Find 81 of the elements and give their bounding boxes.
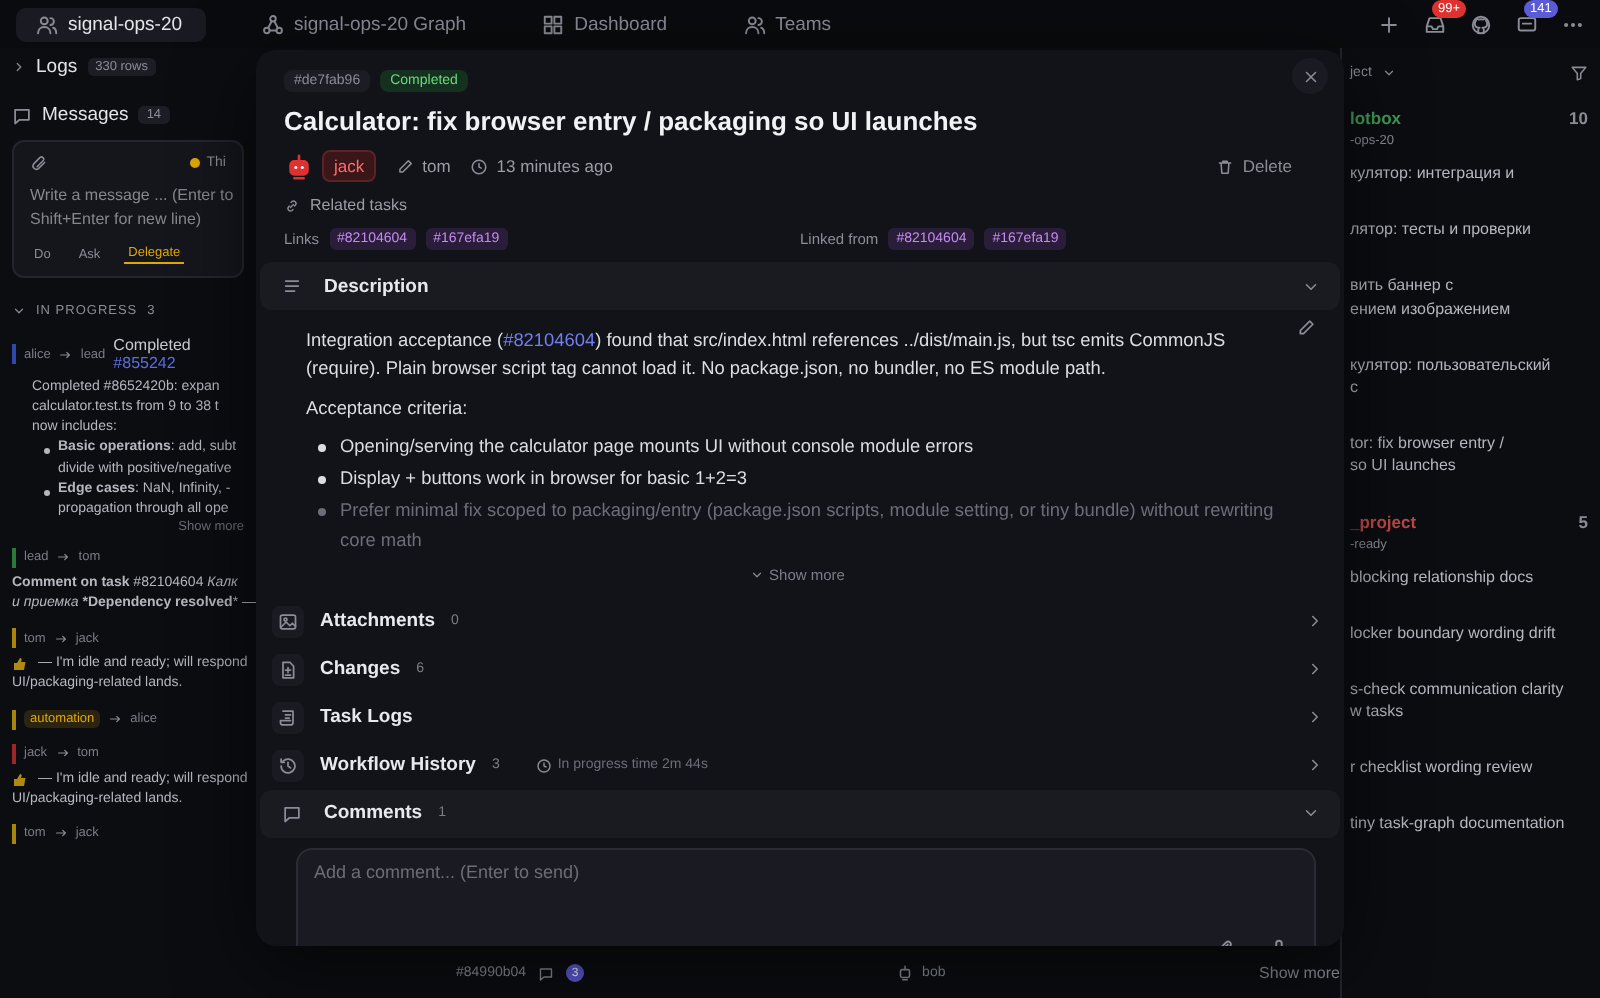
section-header[interactable]: Description	[260, 262, 1340, 310]
link-icon	[284, 197, 300, 213]
timestamp: 13 minutes ago	[496, 156, 613, 176]
nav-tab[interactable]: Dashboard	[522, 7, 688, 41]
group-name: lotbox	[1350, 108, 1401, 128]
task-title[interactable]: locker boundary wording drift	[1350, 621, 1588, 644]
task-title[interactable]: s-check communication clarity	[1350, 677, 1588, 701]
arrow-icon	[55, 746, 70, 761]
scroll-icon	[278, 707, 298, 728]
clock-icon	[470, 157, 489, 175]
chevron-icon	[1306, 756, 1324, 775]
criteria-item: Prefer minimal fix scoped to packaging/entry (package.json scripts, module setting, or tiny bundle) without rewriting core math	[318, 496, 1288, 554]
related-tasks-label: Related tasks	[310, 196, 407, 214]
plus-icon	[1378, 13, 1400, 35]
nav-tab[interactable]: Teams	[723, 7, 852, 41]
criteria-item: Opening/serving the calculator page mounts UI without console module errors	[318, 431, 1288, 460]
grid-icon	[542, 13, 565, 35]
arrow-icon	[56, 550, 71, 565]
paperclip-icon	[30, 154, 48, 172]
group-count: 10	[1569, 108, 1588, 128]
arrow-icon	[108, 712, 123, 727]
filter-icon	[1570, 64, 1588, 82]
logs-title: Logs	[36, 56, 78, 78]
task-title[interactable]: ением изображением	[1350, 297, 1588, 320]
history-icon	[278, 755, 298, 776]
people-icon	[743, 13, 766, 35]
task-title[interactable]: лятор: тесты и проверки	[1350, 218, 1588, 241]
criteria-item: Display + buttons work in browser for basic 1+2=3	[318, 464, 1288, 493]
clock-icon	[535, 757, 552, 774]
image-icon	[278, 611, 298, 632]
chevron-icon	[1306, 708, 1324, 727]
arrow-icon	[53, 631, 68, 646]
criteria-heading: Acceptance criteria:	[306, 395, 470, 422]
assignee-badge[interactable]: jack	[322, 150, 377, 182]
message-title: Completed #855242	[113, 336, 193, 372]
arrow-icon	[53, 826, 68, 841]
inbox-icon	[1424, 13, 1446, 35]
chevron-icon	[12, 304, 26, 318]
task-link[interactable]: #82104604	[503, 330, 596, 350]
messages-title: Messages	[42, 104, 129, 126]
task-title[interactable]: кулятор: интеграция и	[1350, 162, 1588, 185]
chevron-icon	[12, 60, 26, 74]
task-title[interactable]: вить баннер с	[1350, 274, 1588, 298]
comment-icon	[538, 965, 555, 981]
description-text: Integration acceptance (#82104604) found that src/index.html references ../dist/main.js, but tsc emits CommonJS (require). Plain browser script tag cannot load it. No package.json, no bundler, no ES module path.	[306, 328, 1228, 383]
nav-tab[interactable]: signal-ops-20	[16, 7, 206, 41]
task-title[interactable]: so UI launches	[1350, 454, 1588, 477]
close-icon	[1301, 67, 1319, 85]
robot-icon	[896, 964, 915, 982]
status-dot	[190, 158, 201, 168]
author-name: tom	[422, 156, 451, 176]
list-icon	[282, 276, 302, 296]
comment-icon	[282, 803, 302, 824]
chevron-icon	[749, 567, 764, 582]
group-count: 5	[1578, 511, 1588, 531]
task-title[interactable]: w tasks	[1350, 700, 1588, 723]
task-title[interactable]: кулятор: пользовательский	[1350, 353, 1588, 376]
section-header[interactable]: Task Logs	[256, 693, 1344, 742]
delete-button[interactable]: Delete	[1216, 156, 1292, 176]
task-title[interactable]: tiny task-graph documentation	[1350, 812, 1588, 836]
caret-icon	[1381, 66, 1396, 80]
nav-tab[interactable]: signal-ops-20 Graph	[242, 7, 487, 41]
people-icon	[36, 13, 58, 35]
chevron-icon	[1306, 612, 1324, 631]
task-title[interactable]: с	[1350, 375, 1588, 399]
task-title[interactable]: tor: fix browser entry /	[1350, 432, 1588, 455]
show-more-link[interactable]: Show more	[1259, 964, 1340, 982]
graph-icon	[262, 13, 284, 35]
trash-icon	[1216, 157, 1235, 175]
document-icon	[278, 659, 298, 680]
message-field[interactable]: Write a message ... (Enter to Shift+Enter for new line)	[30, 184, 254, 232]
group-name: _project	[1350, 511, 1417, 531]
arrow-icon	[58, 347, 73, 361]
task-title[interactable]: r checklist wording review	[1350, 756, 1588, 779]
task-title[interactable]: blocking relationship docs	[1350, 565, 1588, 588]
robot-icon	[284, 151, 314, 181]
pencil-icon	[1296, 318, 1316, 338]
chevron-icon	[1306, 660, 1324, 679]
close-button[interactable]	[1292, 58, 1328, 94]
task-title: Calculator: fix browser entry / packaging so UI launches	[284, 106, 980, 136]
pencil-icon	[396, 157, 415, 175]
